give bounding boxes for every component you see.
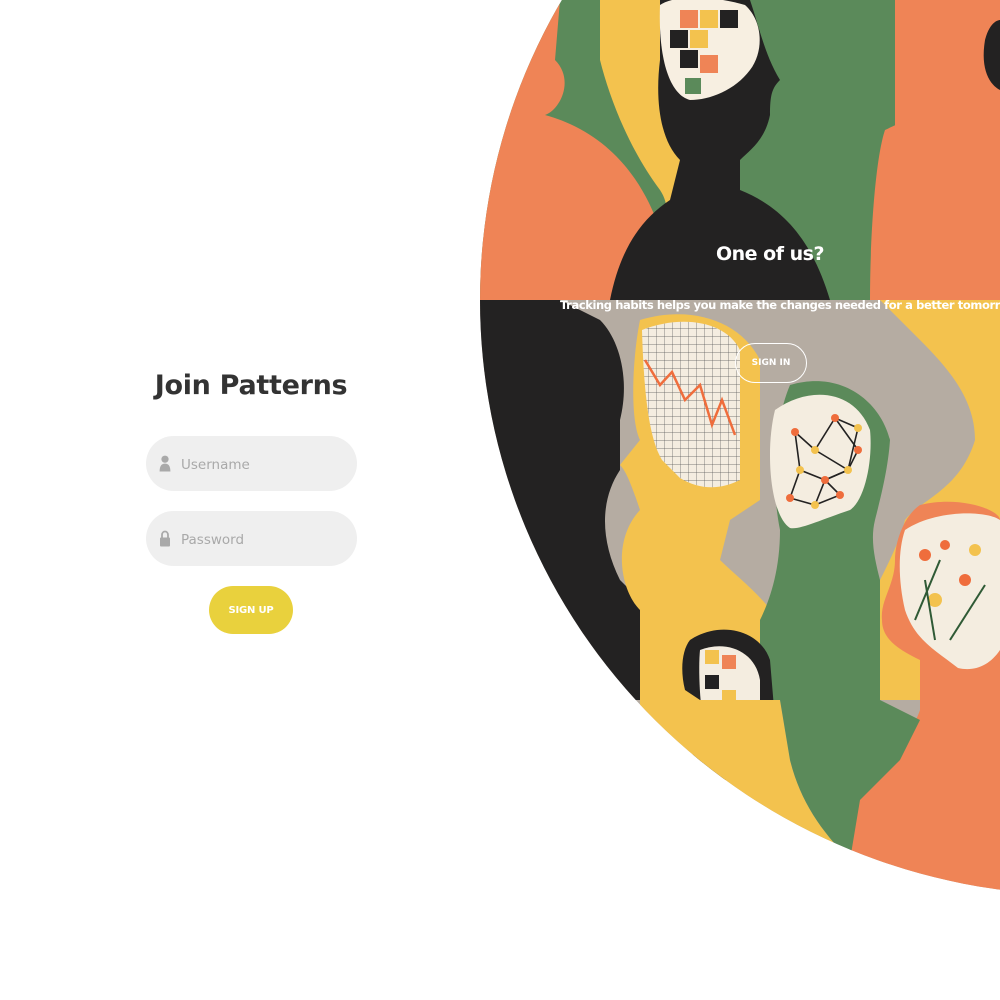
user-icon (159, 455, 171, 472)
password-field[interactable] (146, 511, 357, 568)
password-input[interactable] (179, 511, 353, 568)
sign-in-button[interactable]: SIGN IN (735, 343, 807, 383)
username-field[interactable] (146, 436, 357, 493)
username-input[interactable] (179, 436, 353, 493)
lock-icon (160, 530, 170, 547)
form-title: Join Patterns (154, 370, 348, 401)
signup-form: Join Patterns SIGN UP (0, 0, 500, 1000)
sign-up-button[interactable]: SIGN UP (209, 586, 293, 634)
signin-panel-title: One of us? (716, 243, 824, 265)
signin-panel-text: Tracking habits helps you make the chang… (560, 298, 1000, 312)
